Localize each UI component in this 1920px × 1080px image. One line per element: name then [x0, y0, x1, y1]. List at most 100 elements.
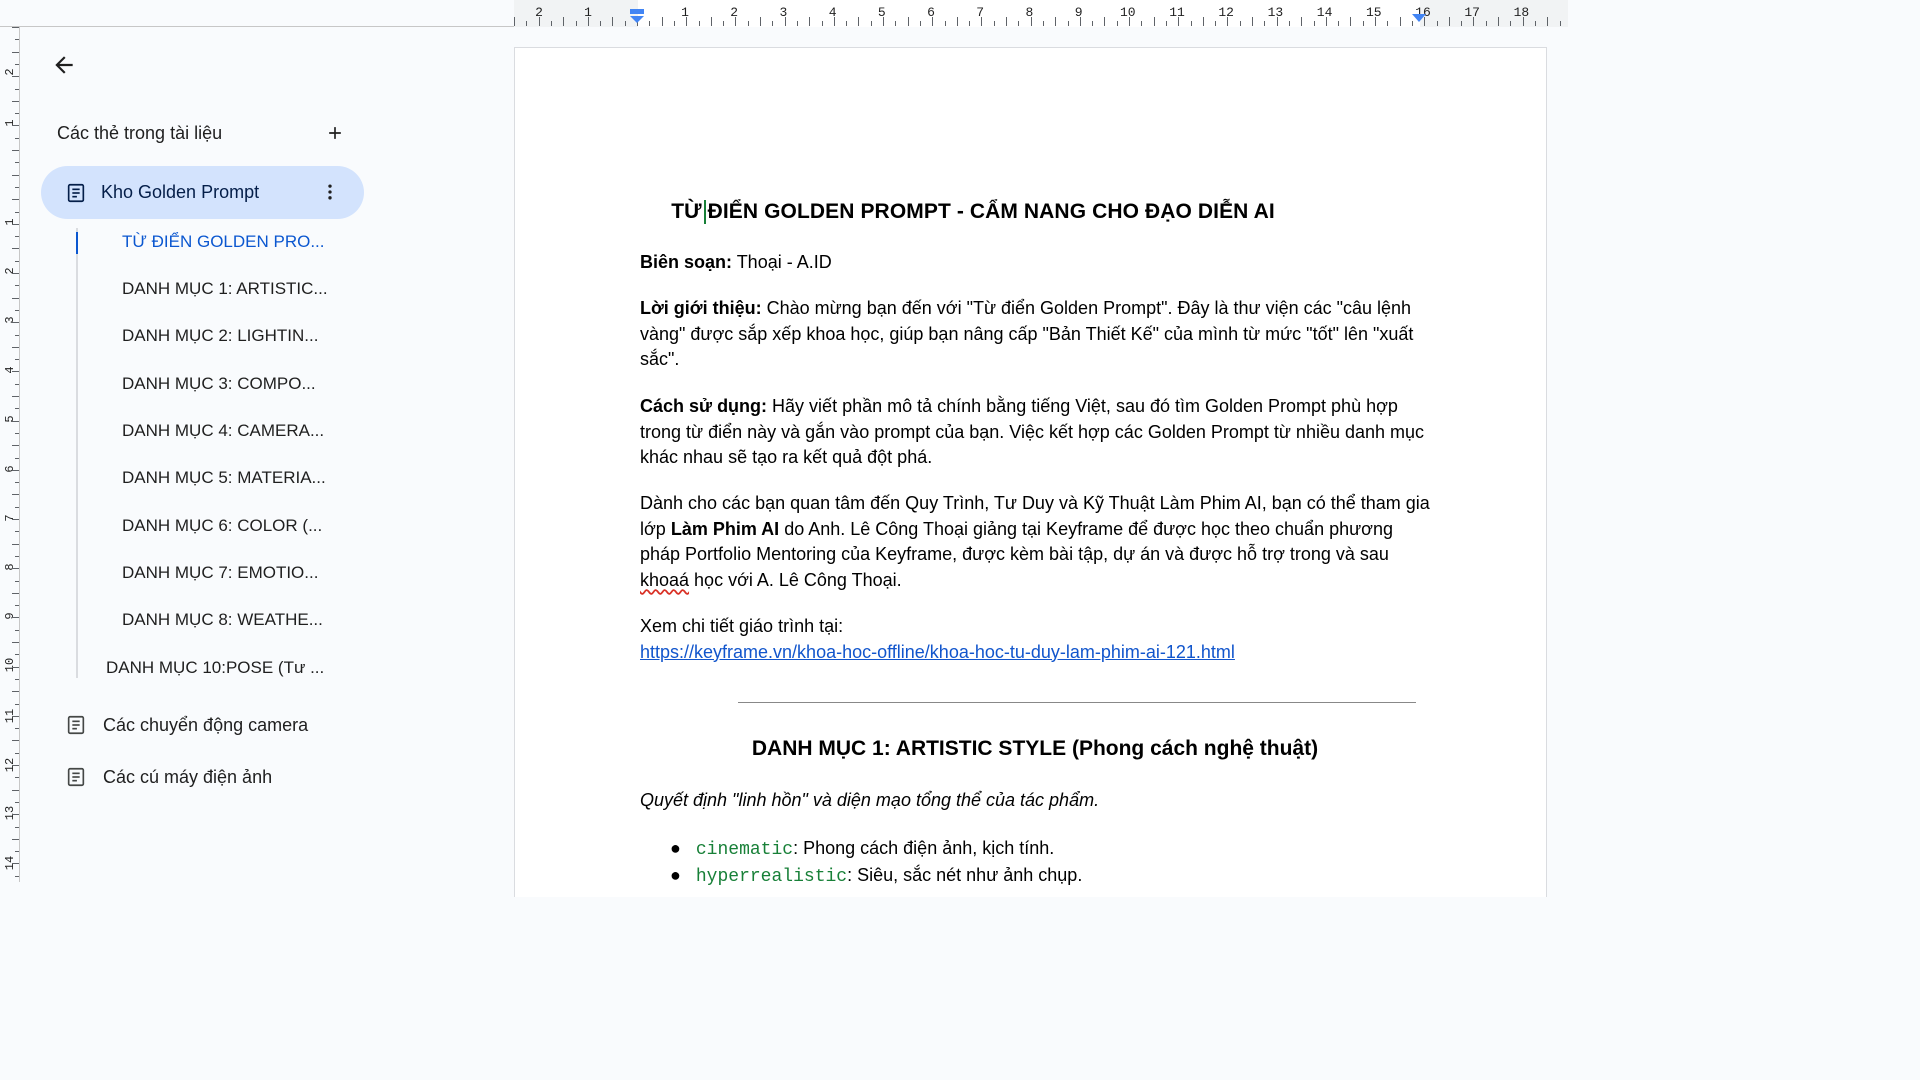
horizontal-divider [738, 702, 1416, 703]
ruler-tick [1190, 21, 1192, 26]
add-tab-button[interactable] [323, 121, 347, 145]
ruler-tick [1067, 21, 1069, 26]
outline-item[interactable]: DANH MỤC 4: CAMERA... [122, 417, 324, 445]
ruler-number: 1 [3, 218, 17, 226]
ruler-number: 6 [927, 5, 935, 20]
ruler-tick [1153, 17, 1155, 26]
ruler-number: 2 [3, 267, 17, 275]
ruler-tick [1325, 17, 1327, 26]
ruler-tick [15, 260, 19, 262]
ruler-tick [15, 113, 19, 115]
ruler-tick [12, 125, 19, 127]
ruler-tick [1030, 17, 1032, 26]
course-link[interactable]: https://keyframe.vn/khoa-hoc-offline/kho… [640, 642, 1235, 662]
ruler-tick [710, 17, 712, 26]
ruler-tick [1092, 21, 1094, 26]
outline-item[interactable]: DANH MỤC 10:POSE (Tư ... [106, 654, 324, 682]
bullet-dot: ● [670, 838, 696, 858]
ruler-tick [12, 445, 19, 447]
ruler-tick [15, 875, 19, 877]
ruler-tick [15, 408, 19, 410]
vertical-ruler[interactable]: 2 1 1 2 3 4 5 6 7 8 9 10 11 12 13 14 [0, 27, 20, 882]
ruler-tick [15, 309, 19, 311]
outline-item[interactable]: DANH MỤC 7: EMOTIO... [122, 559, 318, 587]
ruler-tick [12, 592, 19, 594]
ruler-number: 15 [1365, 5, 1382, 20]
outline-item[interactable]: TỪ ĐIỂN GOLDEN PRO... [122, 228, 325, 256]
ruler-tick [747, 21, 749, 26]
horizontal-ruler[interactable]: 2 1 1 2 3 4 5 6 7 8 9 10 11 12 13 14 15 16 17 18 [0, 0, 1568, 27]
right-indent-icon[interactable] [1412, 9, 1426, 23]
ruler-tick [15, 383, 19, 385]
ruler-tick [12, 814, 19, 816]
ruler-tick [15, 580, 19, 582]
outline-item[interactable]: DANH MỤC 6: COLOR (... [122, 512, 322, 540]
ruler-tick [1399, 17, 1401, 26]
ruler-tick [12, 223, 19, 225]
ruler-tick [1338, 21, 1340, 26]
author-value: Thoại - A.ID [732, 252, 832, 272]
ruler-number: 13 [3, 805, 17, 821]
ruler-tick [1510, 21, 1512, 26]
ruler-tick [772, 21, 774, 26]
ruler-tick [981, 17, 983, 26]
ruler-tick [15, 851, 19, 853]
ruler-tick [15, 334, 19, 336]
bullet-item: ● cinematic: Phong cách điện ảnh, kịch t… [670, 836, 1460, 864]
ruler-tick [15, 506, 19, 508]
ruler-tick [15, 39, 19, 41]
ruler-number: 7 [3, 514, 17, 522]
document-page[interactable]: TỪ ĐIỂN GOLDEN PROMPT - CẨM NANG CHO ĐẠO… [514, 47, 1547, 897]
ruler-tick [12, 642, 19, 643]
ruler-tick [796, 21, 798, 26]
ruler-tick [686, 17, 688, 26]
tab-cinematic-shots[interactable]: Các cú máy điện ảnh [65, 762, 272, 792]
tab-label: Các chuyển động camera [103, 714, 309, 735]
ruler-tick [1559, 21, 1561, 26]
ruler-number: 10 [1119, 5, 1136, 20]
outline-item[interactable]: DANH MỤC 8: WEATHE... [122, 606, 323, 634]
ruler-tick [12, 789, 19, 791]
tabs-title: Các thẻ trong tài liệu [57, 122, 223, 143]
ruler-tick [563, 17, 565, 26]
ruler-tick [1252, 17, 1253, 26]
ruler-number: 9 [3, 612, 17, 620]
first-line-indent-icon[interactable] [630, 9, 644, 23]
ruler-tick [1079, 17, 1081, 26]
ruler-tick [612, 17, 614, 26]
document-tabs-sidebar: Các thẻ trong tài liệu Kho Golden Prompt… [21, 28, 401, 882]
ruler-number: 2 [730, 5, 739, 20]
ruler-tick [1448, 17, 1450, 26]
ruler-number: 2 [3, 68, 17, 76]
outline-item[interactable]: DANH MỤC 2: LIGHTIN... [122, 322, 318, 350]
tab-kho-golden-prompt[interactable]: Kho Golden Prompt [41, 166, 364, 219]
outline-item[interactable]: DANH MỤC 1: ARTISTIC... [122, 275, 328, 303]
ruler-tick [15, 432, 19, 434]
ruler-tick [760, 17, 761, 26]
misspelled-word[interactable]: khoaá [640, 570, 689, 590]
outline-item[interactable]: DANH MỤC 5: MATERIA... [122, 464, 326, 492]
course-text-3: học với A. Lê Công Thoại. [689, 569, 902, 590]
ruler-tick [15, 186, 19, 188]
ruler-number: 1 [681, 5, 689, 20]
ruler-tick [1006, 17, 1007, 26]
ruler-tick [1129, 17, 1130, 26]
back-button[interactable] [49, 50, 79, 80]
ruler-tick [12, 396, 19, 397]
outline-item[interactable]: DANH MỤC 3: COMPO... [122, 370, 316, 398]
tab-label: Các cú máy điện ảnh [103, 766, 273, 787]
ruler-tick [846, 21, 848, 26]
bullet-dot: ● [670, 865, 696, 885]
ruler-tick [1350, 17, 1352, 26]
section1-heading: DANH MỤC 1: ARTISTIC STYLE (Phong cách n… [751, 737, 1319, 760]
ruler-tick [15, 801, 19, 803]
ruler-tick [883, 17, 884, 26]
tab-camera-movements[interactable]: Các chuyển động camera [65, 710, 308, 740]
ruler-tick [15, 605, 19, 607]
ruler-tick [15, 211, 19, 213]
ruler-tick [12, 691, 19, 693]
ruler-tick [15, 531, 19, 533]
tab-options-button[interactable] [318, 180, 342, 204]
ruler-tick [15, 703, 19, 705]
ruler-tick [723, 21, 725, 26]
